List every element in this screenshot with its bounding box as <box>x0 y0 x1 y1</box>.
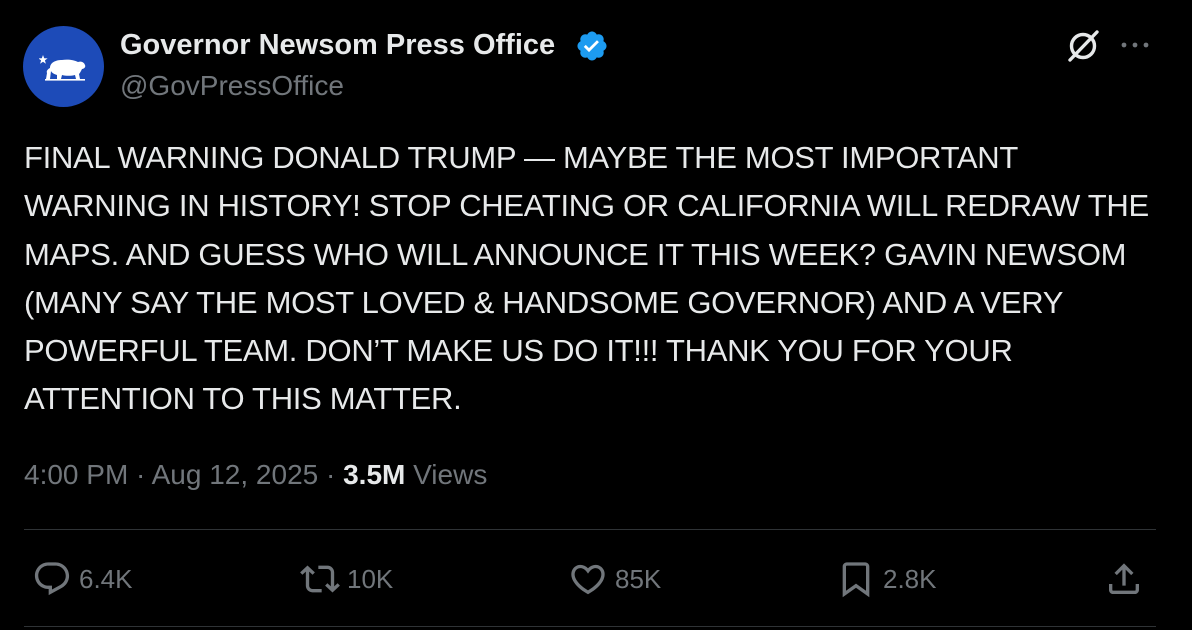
divider <box>24 529 1156 530</box>
tweet-time[interactable]: 4:00 PM <box>24 459 128 490</box>
like-count: 85K <box>615 564 662 594</box>
meta-separator: · <box>128 459 152 490</box>
share-button[interactable] <box>1104 556 1144 602</box>
divider <box>24 626 1156 627</box>
tweet-text: FINAL WARNING DONALD TRUMP — MAYBE THE M… <box>24 140 1149 417</box>
bookmark-count: 2.8K <box>883 564 937 594</box>
tweet-date[interactable]: Aug 12, 2025 <box>152 459 319 490</box>
meta-separator: · <box>318 459 344 490</box>
tweet-meta: 4:00 PM · Aug 12, 2025 · 3.5M Views <box>24 455 487 495</box>
repost-icon <box>300 565 340 593</box>
views-count[interactable]: 3.5M <box>343 459 405 490</box>
more-icon[interactable] <box>1118 33 1152 57</box>
views-label: Views <box>405 459 488 490</box>
bookmark-button[interactable]: 2.8K <box>836 556 937 602</box>
verified-badge-icon[interactable] <box>575 29 609 63</box>
heart-icon <box>571 564 605 595</box>
share-icon <box>1109 563 1139 594</box>
grok-icon[interactable] <box>1064 27 1102 65</box>
avatar[interactable] <box>23 26 104 107</box>
reply-icon <box>34 562 70 596</box>
reply-button[interactable]: 6.4K <box>32 556 133 602</box>
repost-count: 10K <box>347 564 394 594</box>
like-button[interactable]: 85K <box>568 556 661 602</box>
repost-button[interactable]: 10K <box>300 556 393 602</box>
display-name[interactable]: Governor Newsom Press Office <box>120 26 555 64</box>
bookmark-icon <box>842 562 870 598</box>
user-handle[interactable]: @GovPressOffice <box>120 68 344 104</box>
reply-count: 6.4K <box>79 564 133 594</box>
california-bear-icon <box>38 54 85 81</box>
